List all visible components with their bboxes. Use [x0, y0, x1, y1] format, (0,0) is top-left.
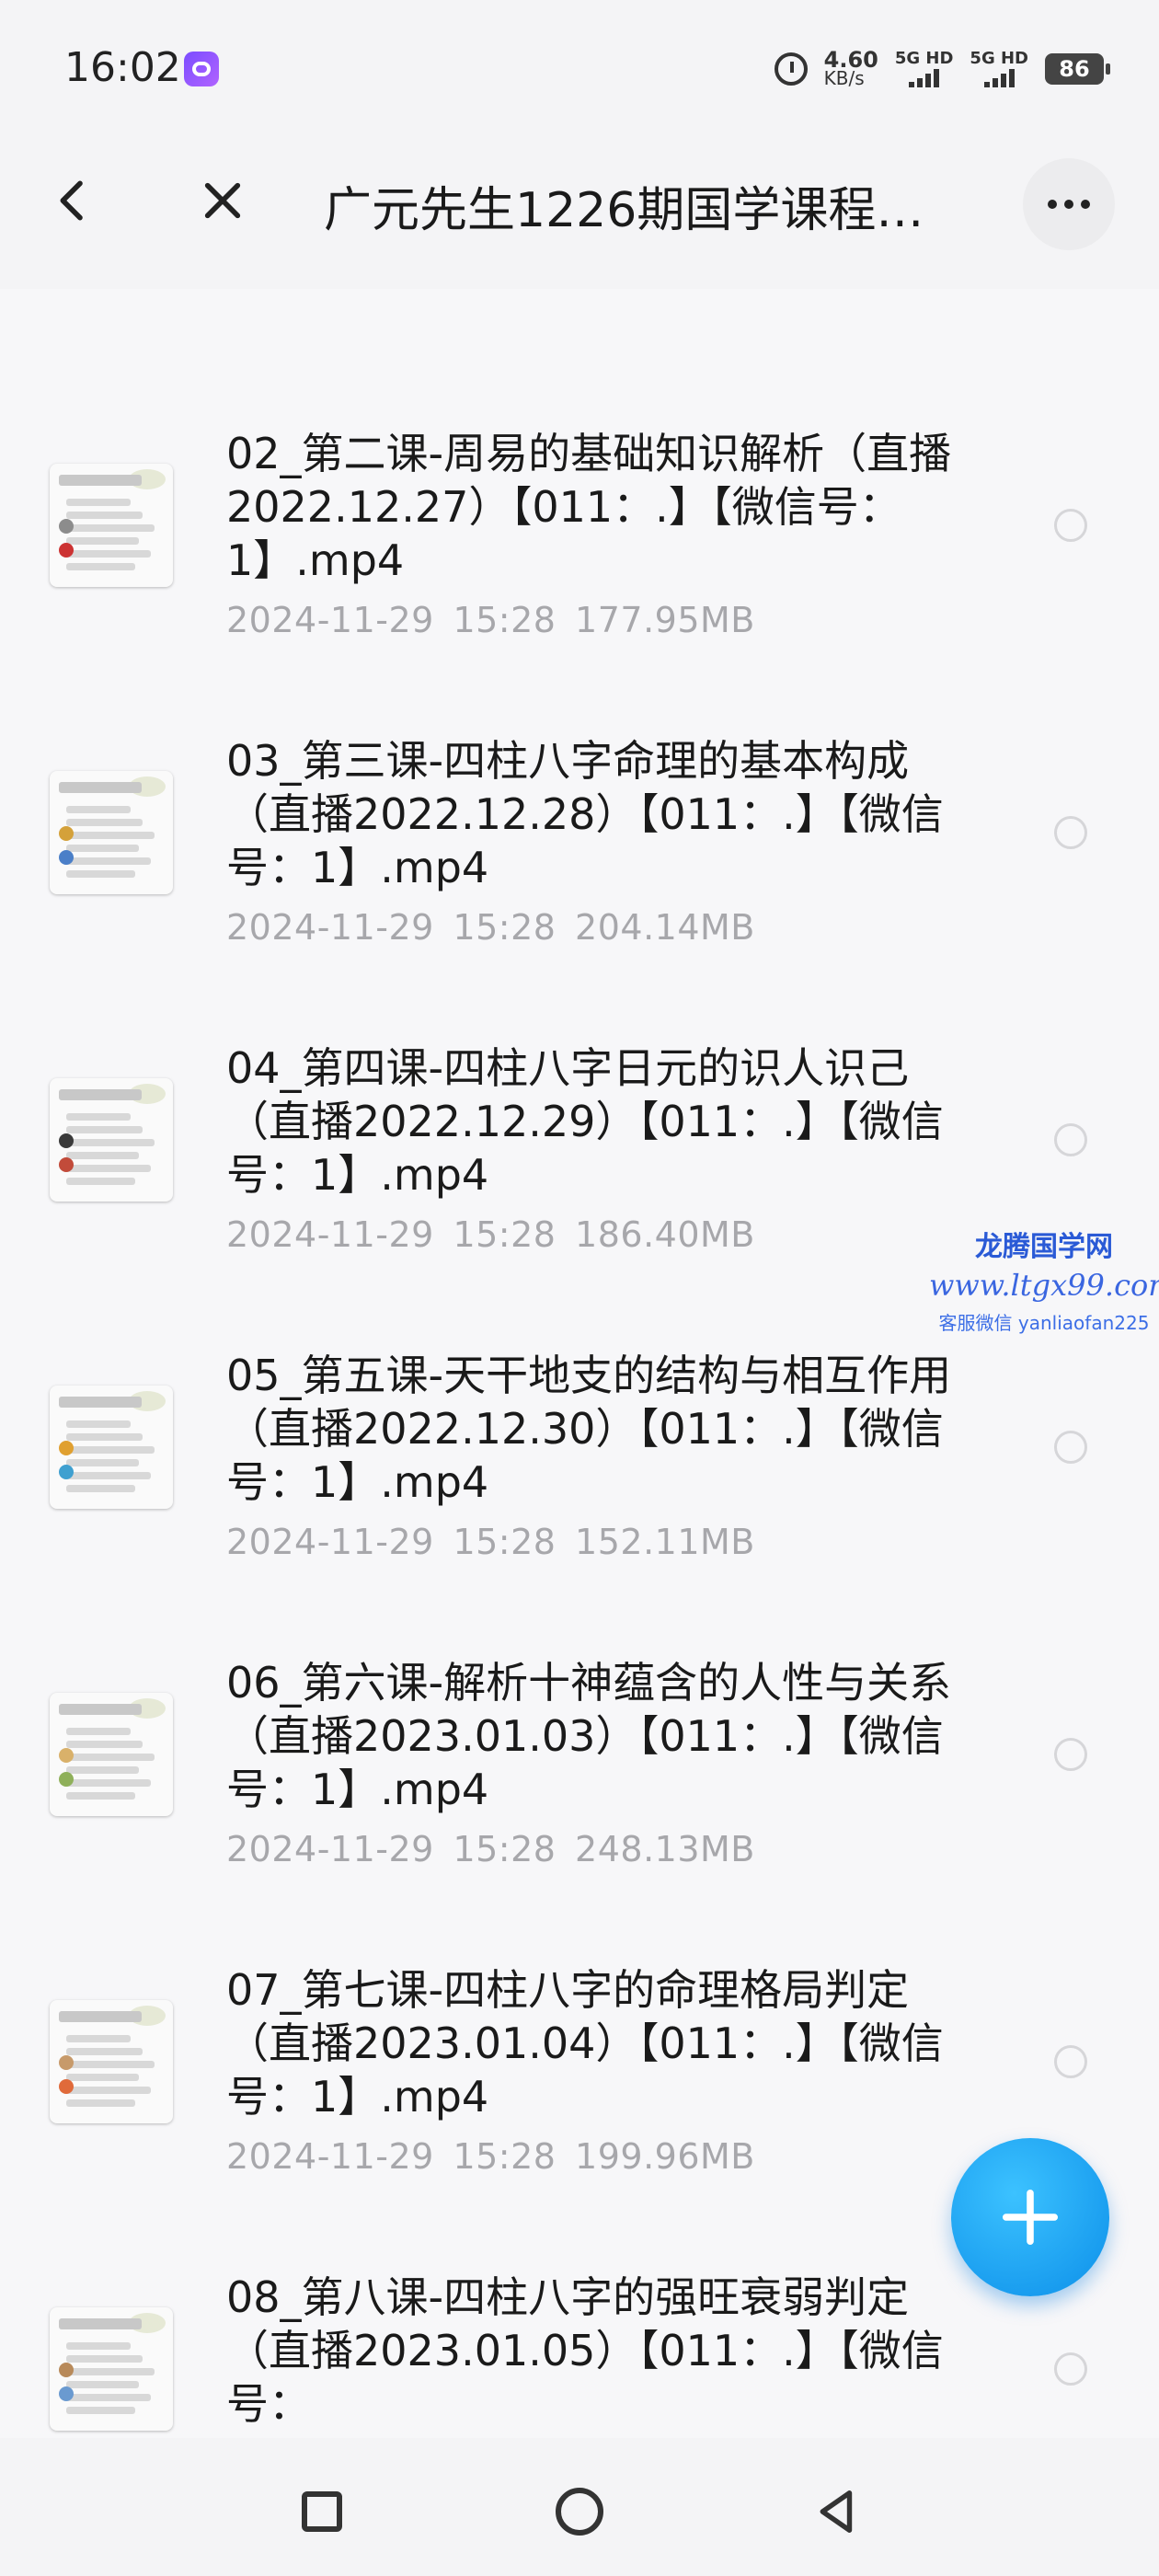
file-list-item[interactable]: 06_第六课-解析十神蕴含的人性与关系（直播2023.01.03）【011：.】… — [0, 1614, 1159, 1921]
select-radio[interactable] — [1054, 1738, 1087, 1771]
file-time: 15:28 — [453, 1214, 557, 1255]
home-button[interactable] — [543, 2475, 616, 2548]
recent-apps-button[interactable] — [285, 2475, 359, 2548]
file-date: 2024-11-29 — [226, 1522, 434, 1562]
select-radio[interactable] — [1054, 1431, 1087, 1464]
status-bar: 16:02 4.60 KB/s 5G HD 5G HD 86 — [0, 0, 1159, 118]
battery-icon: 86 — [1045, 53, 1110, 85]
file-name: 07_第七课-四柱八字的命理格局判定（直播2023.01.04）【011：.】【… — [226, 1965, 944, 2122]
signal-sim1-label: 5G HD — [894, 49, 954, 68]
more-dots-icon — [1048, 200, 1057, 209]
file-size: 177.95MB — [575, 600, 755, 640]
signal-bars-icon — [983, 67, 1015, 87]
battery-level: 86 — [1059, 56, 1090, 82]
file-size: 248.13MB — [575, 1829, 755, 1869]
file-date: 2024-11-29 — [226, 1829, 434, 1869]
plus-icon — [1002, 2189, 1059, 2246]
status-icons: 4.60 KB/s 5G HD 5G HD 86 — [774, 46, 1110, 92]
file-meta: 2024-11-29 15:28 186.40MB — [226, 1214, 755, 1255]
file-name: 04_第四课-四柱八字日元的识人识己（直播2022.12.29）【011：.】【… — [226, 1043, 944, 1200]
file-list-item[interactable]: 1】.mp42024-11-29 15:28 184.15MB — [0, 289, 1159, 385]
file-date: 2024-11-29 — [226, 600, 434, 640]
video-thumbnail — [50, 2307, 173, 2431]
file-meta: 2024-11-29 15:28 204.14MB — [226, 907, 755, 948]
back-triangle-icon — [820, 2490, 853, 2533]
file-size: 204.14MB — [575, 907, 755, 948]
signal-sim2: 5G HD — [970, 51, 1028, 87]
file-date: 2024-11-29 — [226, 1214, 434, 1255]
video-thumbnail — [50, 1078, 173, 1202]
signal-sim1: 5G HD — [894, 49, 954, 87]
video-thumbnail — [50, 2000, 173, 2123]
network-speed-value: 4.60 — [823, 47, 878, 73]
video-thumbnail — [50, 1693, 173, 1816]
select-radio[interactable] — [1054, 2045, 1087, 2078]
video-thumbnail — [50, 1386, 173, 1509]
signal-bars-icon — [909, 67, 940, 87]
file-time: 15:28 — [453, 600, 557, 640]
home-icon — [556, 2488, 603, 2536]
watermark-contact: 客服微信 yanliaofan225 — [938, 1312, 1150, 1334]
file-time: 15:28 — [453, 1829, 557, 1869]
chevron-left-icon — [60, 180, 83, 221]
watermark-url: www.ltgx99.com — [929, 1268, 1159, 1303]
file-meta: 2024-11-29 15:28 248.13MB — [226, 1829, 755, 1869]
back-button[interactable] — [28, 155, 120, 247]
title-bar: 广元先生1226期国学课程… — [0, 118, 1159, 289]
network-speed: 4.60 KB/s — [823, 47, 878, 89]
file-list-item[interactable]: 05_第五课-天干地支的结构与相互作用（直播2022.12.30）【011：.】… — [0, 1306, 1159, 1614]
close-icon — [204, 182, 241, 219]
status-time: 16:02 — [64, 44, 181, 91]
select-radio[interactable] — [1054, 1123, 1087, 1156]
file-date: 2024-11-29 — [226, 907, 434, 948]
video-thumbnail — [50, 771, 173, 894]
file-meta: 2024-11-29 15:28 152.11MB — [226, 1522, 755, 1562]
more-options-button[interactable] — [1023, 158, 1115, 250]
close-button[interactable] — [177, 155, 269, 247]
file-list[interactable]: 1】.mp42024-11-29 15:28 184.15MB 02_第二课-周易… — [0, 289, 1159, 2438]
file-list-item[interactable]: 03_第三课-四柱八字命理的基本构成（直播2022.12.28）【011：.】【… — [0, 692, 1159, 999]
app-notification-icon — [184, 52, 219, 86]
page-title: 广元先生1226期国学课程… — [324, 183, 924, 238]
file-size: 152.11MB — [575, 1522, 755, 1562]
watermark-title: 龙腾国学网 — [975, 1231, 1113, 1263]
file-name: 05_第五课-天干地支的结构与相互作用（直播2022.12.30）【011：.】… — [226, 1351, 952, 1507]
file-time: 15:28 — [453, 907, 557, 948]
video-thumbnail — [50, 464, 173, 587]
file-list-item[interactable]: 02_第二课-周易的基础知识解析（直播2022.12.27）【011：.】【微信… — [0, 385, 1159, 692]
select-radio[interactable] — [1054, 2352, 1087, 2386]
file-name: 03_第三课-四柱八字命理的基本构成（直播2022.12.28）【011：.】【… — [226, 736, 944, 892]
file-name: 02_第二课-周易的基础知识解析（直播2022.12.27）【011：.】【微信… — [226, 429, 952, 585]
file-meta: 2024-11-29 15:28 199.96MB — [226, 2136, 755, 2177]
select-radio[interactable] — [1054, 509, 1087, 542]
add-button[interactable] — [951, 2138, 1109, 2296]
system-back-button[interactable] — [800, 2475, 874, 2548]
file-name: 06_第六课-解析十神蕴含的人性与关系（直播2023.01.03）【011：.】… — [226, 1658, 952, 1814]
file-size: 199.96MB — [575, 2136, 755, 2177]
system-nav-bar — [0, 2438, 1159, 2576]
file-size: 186.40MB — [575, 1214, 755, 1255]
file-meta: 2024-11-29 15:28 177.95MB — [226, 600, 755, 640]
recent-apps-icon — [302, 2491, 342, 2532]
file-time: 15:28 — [453, 2136, 557, 2177]
file-time: 15:28 — [453, 1522, 557, 1562]
alarm-icon — [774, 52, 808, 86]
network-speed-unit: KB/s — [823, 67, 865, 89]
file-date: 2024-11-29 — [226, 2136, 434, 2177]
select-radio[interactable] — [1054, 816, 1087, 849]
signal-sim2-label: 5G HD — [970, 49, 1028, 68]
file-name: 08_第八课-四柱八字的强旺衰弱判定（直播2023.01.05）【011：.】【… — [226, 2272, 944, 2429]
watermark: 龙腾国学网 www.ltgx99.com 客服微信 yanliaofan225 — [929, 1224, 1159, 1335]
